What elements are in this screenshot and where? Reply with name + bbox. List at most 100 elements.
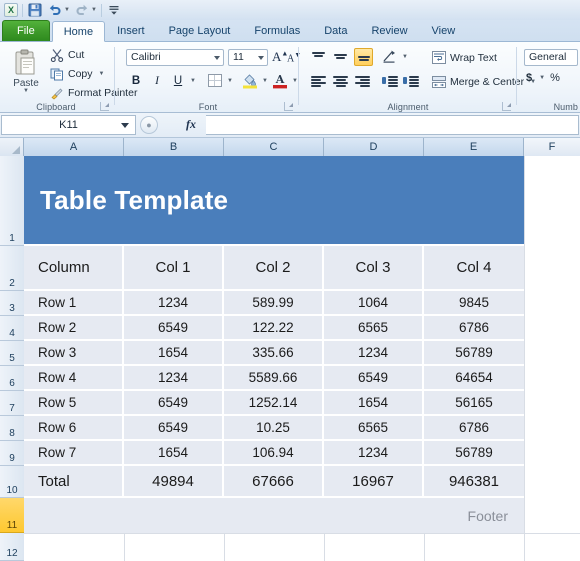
tab-insert[interactable]: Insert [105,20,157,41]
table-cell: 1654 [124,441,224,466]
align-left-button[interactable] [310,74,328,90]
row-header-11[interactable]: 11 [0,498,24,533]
insert-function-icon[interactable]: fx [186,117,196,132]
align-bottom-button[interactable] [354,48,373,66]
tab-data[interactable]: Data [312,20,359,41]
row-header-9[interactable]: 9 [0,441,24,466]
align-center-button[interactable] [332,74,350,90]
row-header-5[interactable]: 5 [0,341,24,366]
column-header-c[interactable]: C [224,138,324,156]
ribbon-group-clipboard: Paste ▼ Cut Copy ▼ Format Painter Clipbo… [0,42,137,113]
paste-dropdown-icon[interactable]: ▼ [23,88,29,94]
row-header-10[interactable]: 10 [0,466,24,498]
sheet-cells-area[interactable]: Table Template Column Col 1 Col 2 Col 3 … [24,156,580,561]
orientation-icon[interactable] [382,49,400,65]
bold-button[interactable]: B [127,72,145,90]
row-header-1[interactable]: 1 [0,156,24,246]
font-size-caret-icon[interactable] [258,56,264,60]
tab-page-layout[interactable]: Page Layout [157,20,243,41]
column-header-b[interactable]: B [124,138,224,156]
row-header-3[interactable]: 3 [0,291,24,316]
cut-label: Cut [68,49,85,61]
row-header-2[interactable]: 2 [0,246,24,291]
grow-font-button[interactable]: A▲ [272,49,288,65]
name-box-value: K11 [59,119,78,131]
grow-font-label: A [272,49,282,64]
save-icon[interactable] [27,2,43,18]
wrap-text-button[interactable]: Wrap Text [432,51,497,64]
table-cell: Row 6 [24,416,124,441]
underline-dropdown-icon[interactable]: ▼ [190,78,196,84]
table-row: Row 2 6549 122.22 6565 6786 [24,316,524,341]
undo-dropdown-icon[interactable]: ▼ [64,7,70,13]
table-cell: 1654 [124,341,224,366]
font-name-combo[interactable]: Calibri [126,49,224,66]
increase-indent-button[interactable] [403,74,421,90]
table-cell: 1064 [324,291,424,316]
decrease-indent-button[interactable] [382,74,400,90]
align-top-button[interactable] [310,49,328,65]
customize-icon[interactable] [106,2,122,18]
tab-file[interactable]: File [2,20,50,41]
ribbon: Paste ▼ Cut Copy ▼ Format Painter Clipbo… [0,42,580,113]
undo-icon[interactable] [47,2,63,18]
clipboard-dialog-launcher[interactable] [100,102,109,111]
currency-dropdown-icon[interactable]: ▼ [539,75,545,81]
column-header-f[interactable]: F [524,138,580,156]
select-all-button[interactable] [0,138,24,156]
font-group-label: Font [198,102,218,112]
borders-icon[interactable] [208,74,222,87]
font-dialog-launcher[interactable] [284,102,293,111]
align-right-button[interactable] [354,74,372,90]
align-middle-button[interactable] [332,49,350,65]
alignment-dialog-launcher[interactable] [502,102,511,111]
name-box-caret-icon[interactable] [121,123,129,128]
table-cell: 1234 [324,441,424,466]
row-header-6[interactable]: 6 [0,366,24,391]
tab-formulas[interactable]: Formulas [242,20,312,41]
column-headers: A B C D E F [0,138,580,156]
table-title: Table Template [40,184,229,215]
tab-home[interactable]: Home [51,21,106,42]
orientation-dropdown-icon[interactable]: ▼ [402,54,408,60]
fill-color-dropdown-icon[interactable]: ▼ [262,78,268,84]
font-size-combo[interactable]: 11 [228,49,268,66]
paste-button[interactable]: Paste ▼ [6,46,46,100]
table-footer-cell: Footer [24,498,524,533]
column-header-d[interactable]: D [324,138,424,156]
percent-button[interactable]: % [550,72,560,84]
underline-button[interactable]: U [169,72,187,90]
cut-button[interactable]: Cut [50,48,85,63]
redo-dropdown-icon[interactable]: ▼ [91,7,97,13]
gridline-a-b-lower [124,533,125,561]
group-divider-2 [298,47,299,105]
tab-review[interactable]: Review [359,20,419,41]
row-header-4[interactable]: 4 [0,316,24,341]
formula-input[interactable] [206,115,579,135]
fill-color-icon[interactable] [242,72,258,89]
table-cell: 56789 [424,441,524,466]
row-header-7[interactable]: 7 [0,391,24,416]
tab-view[interactable]: View [420,20,468,41]
column-header-a[interactable]: A [24,138,124,156]
font-color-icon[interactable]: A [272,72,288,89]
copy-dropdown-icon[interactable]: ▼ [99,71,105,77]
redo-icon[interactable] [74,2,90,18]
shrink-font-button[interactable]: A▼ [287,51,301,64]
borders-dropdown-icon[interactable]: ▼ [227,78,233,84]
copy-button[interactable]: Copy ▼ [50,67,104,81]
alignment-group-label: Alignment [387,102,429,112]
italic-button[interactable]: I [148,72,166,90]
row-header-12[interactable]: 12 [0,533,24,561]
font-name-caret-icon[interactable] [214,56,220,60]
row-header-8[interactable]: 8 [0,416,24,441]
name-box[interactable]: K11 [1,115,136,135]
table-cell: 1234 [324,341,424,366]
table-cell: 1234 [124,291,224,316]
table-row: Row 5 6549 1252.14 1654 56165 [24,391,524,416]
currency-button[interactable]: $ [526,72,532,84]
insert-function-round-button[interactable]: ● [140,116,158,134]
column-header-e[interactable]: E [424,138,524,156]
merge-center-icon [432,76,446,88]
number-format-combo[interactable]: General [524,49,578,66]
